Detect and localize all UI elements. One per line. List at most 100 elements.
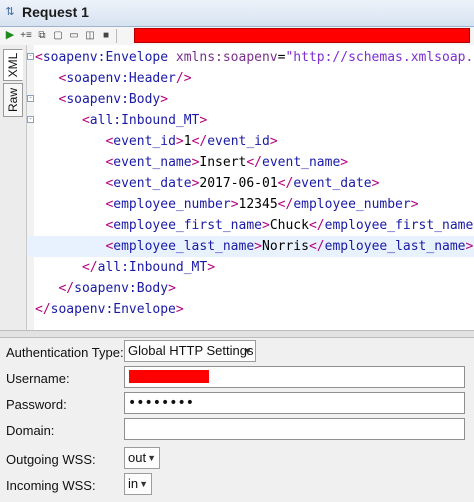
soap-request-icon: ⇅ <box>5 6 15 18</box>
code-token: 1 <box>183 134 192 149</box>
options-icon[interactable]: ◫ <box>83 28 97 43</box>
code-text: <soapenv:Body> <box>35 89 168 110</box>
auth-type-label: Authentication Type: <box>6 345 124 360</box>
run-icon[interactable]: ▶ <box>3 28 17 43</box>
domain-label: Domain: <box>6 423 55 438</box>
code-token: < <box>81 113 90 128</box>
code-line[interactable]: <soapenv:Header/> <box>27 68 474 89</box>
code-text: <all:Inbound_MT> <box>35 110 207 131</box>
editor-view-tabs: XML Raw <box>0 45 27 330</box>
code-token: </ <box>58 281 75 296</box>
code-token: soapenv:Body <box>66 92 161 107</box>
panel-splitter[interactable] <box>0 330 474 338</box>
outgoing-wss-label: Outgoing WSS: <box>6 452 96 467</box>
clone-icon[interactable]: ⧉ <box>35 28 49 43</box>
tab-raw-label: Raw <box>6 87 20 113</box>
code-token: event_name <box>113 155 192 170</box>
code-token: </ <box>35 302 51 317</box>
fold-toggle-icon[interactable]: - <box>27 53 34 60</box>
code-token: employee_number <box>293 197 411 212</box>
auth-type-select[interactable]: Global HTTP Settings ▼ <box>124 340 256 362</box>
username-field[interactable] <box>124 366 465 388</box>
code-token: soapenv:Body <box>74 281 169 296</box>
code-line[interactable]: </soapenv:Envelope> <box>27 299 474 320</box>
code-line[interactable]: </soapenv:Body> <box>27 278 474 299</box>
password-label: Password: <box>6 397 67 412</box>
code-token: > <box>410 197 419 212</box>
fold-toggle-icon[interactable]: - <box>27 95 34 102</box>
code-token: > <box>340 155 349 170</box>
code-line[interactable]: <employee_number>12345</employee_number> <box>27 194 474 215</box>
format-icon[interactable]: ▢ <box>51 28 65 43</box>
code-token: event_date <box>113 176 192 191</box>
code-token: < <box>35 50 43 65</box>
code-token: </ <box>191 134 208 149</box>
tab-raw[interactable]: Raw <box>3 83 23 117</box>
add-icon[interactable]: +≡ <box>19 28 33 43</box>
code-token: xmlns:soapenv <box>175 50 278 65</box>
code-text: <employee_first_name>Chuck</employee_fir… <box>35 215 474 236</box>
close-icon[interactable]: ▭ <box>67 28 81 43</box>
code-token: Norris <box>262 239 309 254</box>
code-line[interactable]: <event_id>1</event_id> <box>27 131 474 152</box>
code-token: </ <box>81 260 98 275</box>
code-line[interactable]: <employee_first_name>Chuck</employee_fir… <box>27 215 474 236</box>
code-token: > <box>254 239 262 254</box>
code-line[interactable]: <event_name>Insert</event_name> <box>27 152 474 173</box>
chevron-down-icon: ▼ <box>139 479 148 489</box>
fold-toggle-icon[interactable]: - <box>27 116 34 123</box>
code-line[interactable]: </all:Inbound_MT> <box>27 257 474 278</box>
code-token: </ <box>277 197 294 212</box>
code-text: <soapenv:Envelope xmlns:soapenv="http://… <box>35 47 474 68</box>
outgoing-wss-value: out <box>128 450 147 465</box>
code-line[interactable]: - <soapenv:Envelope xmlns:soapenv="http:/… <box>27 47 474 68</box>
code-line[interactable]: - <all:Inbound_MT> <box>27 110 474 131</box>
xml-editor[interactable]: - <soapenv:Envelope xmlns:soapenv="http:/… <box>27 45 474 330</box>
code-line[interactable]: <event_date>2017-06-01</event_date> <box>27 173 474 194</box>
code-token: employee_first_name <box>324 218 474 233</box>
endpoint-url-redacted[interactable] <box>134 28 470 43</box>
code-token: all:Inbound_MT <box>89 113 200 128</box>
code-token: event_id <box>113 134 176 149</box>
code-token: event_name <box>262 155 341 170</box>
username-redaction <box>129 370 209 383</box>
incoming-wss-value: in <box>128 476 139 491</box>
code-token: > <box>465 239 474 254</box>
chevron-down-icon: ▼ <box>243 346 252 356</box>
code-line[interactable]: <employee_last_name>Norris</employee_las… <box>27 236 474 257</box>
code-text: <event_id>1</event_id> <box>35 131 278 152</box>
domain-field[interactable] <box>124 418 465 440</box>
password-field[interactable]: •••••••• <box>124 392 465 414</box>
code-token: > <box>207 260 216 275</box>
code-token: employee_last_name <box>324 239 466 254</box>
code-token: > <box>168 281 176 296</box>
code-token: event_id <box>207 134 270 149</box>
code-token: "http://schemas.xmlsoap.org/soap/envelop… <box>285 50 474 65</box>
code-text: </soapenv:Envelope> <box>35 299 184 320</box>
window-title: Request 1 <box>22 4 89 20</box>
tab-xml-label: XML <box>6 52 20 78</box>
code-token: > <box>269 134 278 149</box>
code-line[interactable]: - <soapenv:Body> <box>27 89 474 110</box>
code-text: <soapenv:Header/> <box>35 68 191 89</box>
code-token: Chuck <box>269 218 309 233</box>
tab-xml[interactable]: XML <box>3 49 23 81</box>
outgoing-wss-select[interactable]: out ▼ <box>124 447 160 469</box>
incoming-wss-label: Incoming WSS: <box>6 478 96 493</box>
code-token: > <box>262 218 270 233</box>
code-text: </soapenv:Body> <box>35 278 176 299</box>
code-token: soapenv:Envelope <box>50 302 176 317</box>
code-text: <employee_number>12345</employee_number> <box>35 194 419 215</box>
code-text: <event_date>2017-06-01</event_date> <box>35 173 379 194</box>
stop-icon[interactable]: ■ <box>99 28 113 43</box>
incoming-wss-select[interactable]: in ▼ <box>124 473 152 495</box>
